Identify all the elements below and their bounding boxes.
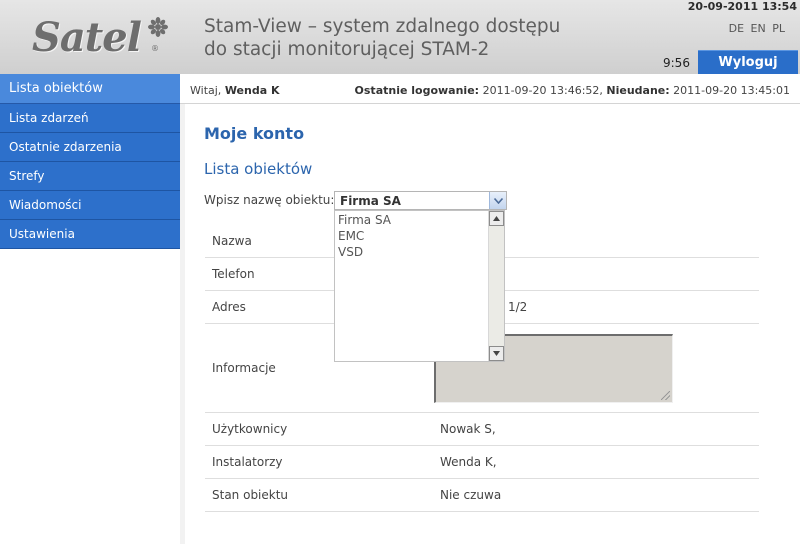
session-bar: Witaj, Wenda K Ostatnie logowanie: 2011-… — [180, 74, 800, 104]
scroll-up-icon[interactable] — [489, 211, 504, 226]
satel-logo-mark-icon — [148, 17, 168, 37]
field-label-telefon: Telefon — [212, 267, 255, 281]
language-switcher: DE EN PL — [726, 22, 785, 35]
last-login-value: 2011-09-20 13:46:52, — [482, 84, 603, 97]
page-title: Moje konto — [204, 124, 305, 143]
resize-grip-icon[interactable] — [661, 391, 670, 400]
dropdown-option[interactable]: Firma SA — [337, 212, 489, 228]
app-title: Stam-View – system zdalnego dostępu do s… — [204, 15, 560, 61]
sidebar-item-lista-obiektow[interactable]: Lista obiektów — [0, 74, 180, 104]
field-value-instalatorzy: Wenda K, — [440, 455, 497, 469]
lang-de[interactable]: DE — [729, 22, 744, 35]
field-label-nazwa: Nazwa — [212, 234, 252, 248]
object-select-value: Firma SA — [340, 194, 401, 208]
sidebar: Lista obiektów Lista zdarzeń Ostatnie zd… — [0, 74, 180, 544]
field-label-informacje: Informacje — [212, 361, 276, 375]
welcome-prefix: Witaj, — [190, 84, 222, 97]
last-login-info: Ostatnie logowanie: 2011-09-20 13:46:52,… — [355, 84, 790, 97]
field-label-instalatorzy: Instalatorzy — [212, 455, 283, 469]
user-name: Wenda K — [224, 84, 280, 97]
object-search-label: Wpisz nazwę obiektu: — [204, 193, 335, 207]
dropdown-option[interactable]: VSD — [337, 244, 489, 260]
lang-pl[interactable]: PL — [772, 22, 785, 35]
section-title: Lista obiektów — [204, 160, 313, 178]
field-value-uzytkownicy: Nowak S, — [440, 422, 496, 436]
welcome-text: Witaj, Wenda K — [190, 84, 280, 97]
dropdown-scrollbar[interactable] — [488, 211, 504, 361]
logout-button[interactable]: Wyloguj — [698, 50, 798, 74]
sidebar-item-strefy[interactable]: Strefy — [0, 162, 180, 191]
object-select-dropdown: Firma SA EMC VSD — [334, 210, 505, 362]
sidebar-item-ustawienia[interactable]: Ustawienia — [0, 220, 180, 249]
dropdown-options: Firma SA EMC VSD — [337, 212, 489, 260]
chevron-down-icon[interactable] — [489, 192, 506, 209]
field-label-uzytkownicy: Użytkownicy — [212, 422, 288, 436]
field-value-stan-obiektu: Nie czuwa — [440, 488, 502, 502]
lang-en[interactable]: EN — [751, 22, 766, 35]
scroll-down-icon[interactable] — [489, 346, 504, 361]
field-label-stan-obiektu: Stan obiektu — [212, 488, 289, 502]
registered-mark-icon: ® — [151, 44, 159, 53]
object-select[interactable]: Firma SA — [334, 191, 507, 210]
sidebar-item-wiadomosci[interactable]: Wiadomości — [0, 191, 180, 220]
satel-logo: Satel — [32, 14, 142, 61]
failed-login-label: Nieudane: — [606, 84, 670, 97]
field-value-adres: 1/2 — [508, 300, 528, 314]
failed-login-value: 2011-09-20 13:45:01 — [673, 84, 790, 97]
last-login-label: Ostatnie logowanie: — [354, 84, 480, 97]
sidebar-item-ostatnie-zdarzenia[interactable]: Ostatnie zdarzenia — [0, 133, 180, 162]
sidebar-item-lista-zdarzen[interactable]: Lista zdarzeń — [0, 104, 180, 133]
server-datetime: 20-09-2011 13:54 — [687, 0, 797, 13]
table-row: Użytkownicy Nowak S, — [205, 413, 759, 446]
table-row: Stan obiektu Nie czuwa — [205, 479, 759, 512]
dropdown-option[interactable]: EMC — [337, 228, 489, 244]
app-title-line-1: Stam-View – system zdalnego dostępu — [204, 16, 561, 37]
session-clock: 9:56 — [663, 56, 690, 70]
app-title-line-2: do stacji monitorującej STAM-2 — [204, 39, 490, 60]
table-row: Instalatorzy Wenda K, — [205, 446, 759, 479]
field-label-adres: Adres — [212, 300, 246, 314]
header: Satel ® Stam-View – system zdalnego dost… — [0, 0, 800, 74]
